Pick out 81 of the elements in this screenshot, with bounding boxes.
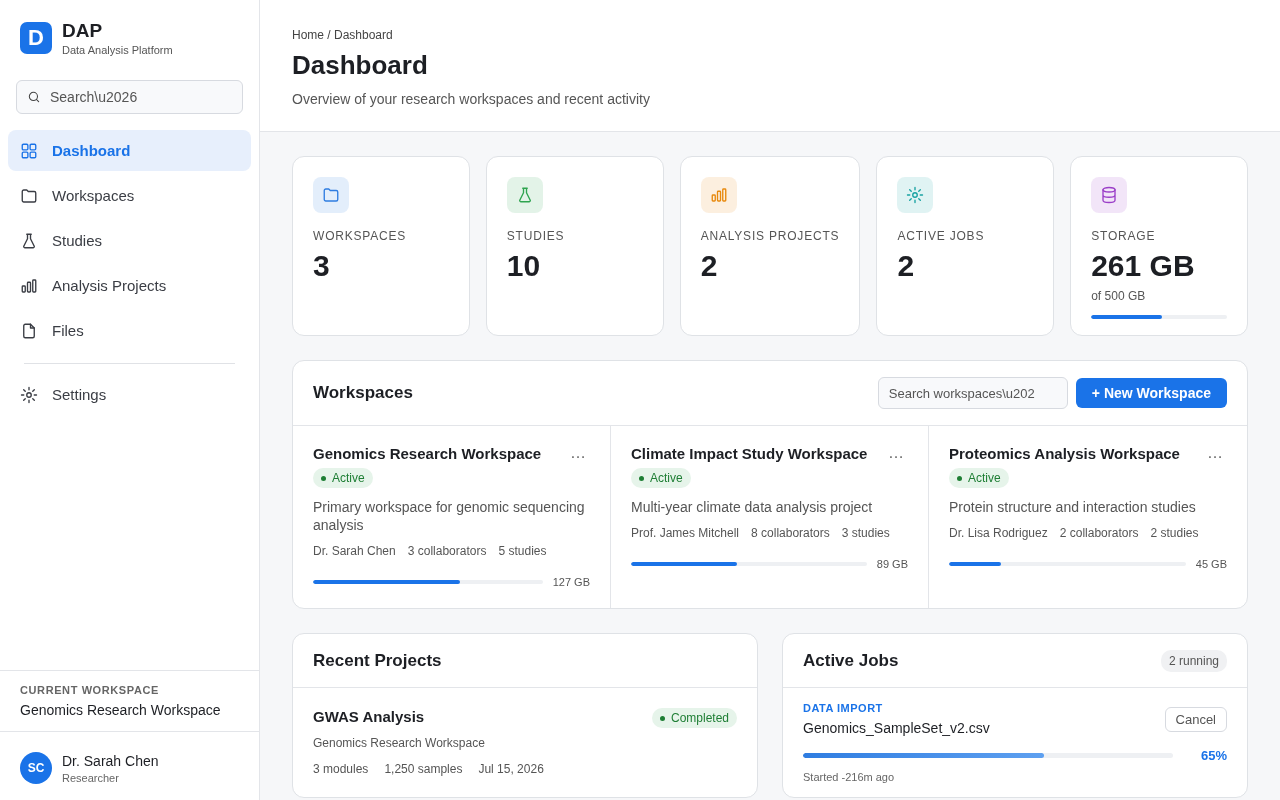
owner-name: Dr. Lisa Rodriguez xyxy=(949,526,1048,540)
more-button[interactable]: … xyxy=(1203,444,1227,462)
user-role: Researcher xyxy=(62,771,120,784)
nav-item[interactable]: Settings xyxy=(8,374,251,415)
running-count: 2 running xyxy=(1160,649,1227,672)
search-field[interactable]: Search\u2026 xyxy=(16,80,243,114)
sun-icon xyxy=(906,186,925,204)
workspace-name: Genomics Research Workspace xyxy=(313,444,543,464)
stat-label: STORAGE xyxy=(1091,229,1157,243)
job-type: DATA IMPORT xyxy=(803,702,884,714)
job-percent: 65% xyxy=(1199,748,1227,763)
new-workspace-button[interactable]: + New Workspace xyxy=(1075,378,1227,408)
status-badge: Completed xyxy=(651,708,737,728)
page-subtitle: Overview of your research workspaces and recent activity xyxy=(292,91,651,107)
status-badge: Active xyxy=(313,468,373,488)
search-icon xyxy=(27,90,41,104)
file-icon xyxy=(20,321,38,340)
nav-item[interactable]: Dashboard xyxy=(8,130,251,171)
job-started: Started -216m ago xyxy=(803,771,896,783)
app-logo: D xyxy=(20,22,52,54)
bar-chart-icon xyxy=(20,276,38,295)
workspace-name: Proteomics Analysis Workspace xyxy=(949,444,1181,464)
stat-label: WORKSPACES xyxy=(313,229,408,243)
stat-value: 261 GB xyxy=(1091,249,1196,283)
panel-title: Recent Projects xyxy=(313,650,443,671)
storage-size: 45 GB xyxy=(1195,558,1227,570)
owner-name: Prof. James Mitchell xyxy=(631,526,740,540)
page-title: Dashboard xyxy=(292,50,429,81)
study-count: 3 studies xyxy=(841,526,890,540)
module-count: 3 modules xyxy=(313,762,369,776)
flask-icon xyxy=(20,231,38,250)
sample-count: 1,250 samples xyxy=(384,762,463,776)
cancel-button[interactable]: Cancel xyxy=(1164,706,1227,732)
workspace-description: Multi-year climate data analysis project xyxy=(631,498,874,516)
stat-value: 2 xyxy=(897,249,916,283)
workspace-name: Climate Impact Study Workspace xyxy=(631,444,869,464)
project-name: GWAS Analysis xyxy=(313,707,425,725)
app-subtitle: Data Analysis Platform xyxy=(62,44,173,56)
project-date: Jul 15, 2026 xyxy=(478,762,544,776)
settings-icon xyxy=(20,385,38,404)
folder-icon xyxy=(322,186,340,204)
stat-note: of 500 GB xyxy=(1091,289,1147,303)
user-name: Dr. Sarah Chen xyxy=(62,752,159,769)
nav-item[interactable]: Analysis Projects xyxy=(8,265,251,306)
workspace-description: Primary workspace for genomic sequencing analysis xyxy=(313,498,586,534)
nav-item[interactable]: Workspaces xyxy=(8,175,251,216)
grid-icon xyxy=(20,141,38,160)
app-name: DAP xyxy=(62,20,104,42)
collaborator-count: 2 collaborators xyxy=(1059,526,1139,540)
study-count: 5 studies xyxy=(498,544,547,558)
storage-size: 127 GB xyxy=(552,576,590,588)
collaborator-count: 3 collaborators xyxy=(407,544,487,558)
workspace-description: Protein structure and interaction studies xyxy=(949,498,1197,516)
stat-label: ANALYSIS PROJECTS xyxy=(700,229,840,243)
nav-item[interactable]: Files xyxy=(8,310,251,351)
panel-title: Active Jobs xyxy=(803,650,900,671)
project-workspace: Genomics Research Workspace xyxy=(313,735,486,752)
stat-value: 10 xyxy=(506,249,542,283)
storage-size: 89 GB xyxy=(876,558,908,570)
owner-name: Dr. Sarah Chen xyxy=(313,544,396,558)
stat-value: 2 xyxy=(700,249,719,283)
more-button[interactable]: … xyxy=(566,444,590,462)
collaborator-count: 8 collaborators xyxy=(751,526,830,540)
user-avatar: SC xyxy=(20,752,52,784)
current-workspace-name: Genomics Research Workspace xyxy=(20,702,222,718)
more-button[interactable]: … xyxy=(884,444,908,462)
folder-icon xyxy=(20,186,38,205)
panel-title: Workspaces xyxy=(313,383,414,403)
nav-item[interactable]: Studies xyxy=(8,220,251,261)
stat-value: 3 xyxy=(313,249,331,283)
search-field[interactable]: Search workspaces\u202 xyxy=(877,377,1068,409)
database-icon xyxy=(1100,186,1119,204)
status-badge: Active xyxy=(631,468,691,488)
stat-label: STUDIES xyxy=(506,229,566,243)
breadcrumb: Home / Dashboard xyxy=(292,28,394,42)
section-label: CURRENT WORKSPACE xyxy=(20,684,160,696)
stat-label: ACTIVE JOBS xyxy=(897,229,986,243)
job-file: Genomics_SampleSet_v2.csv xyxy=(803,720,990,736)
bar-chart-icon xyxy=(709,186,728,204)
status-badge: Active xyxy=(949,468,1009,488)
study-count: 2 studies xyxy=(1150,526,1199,540)
